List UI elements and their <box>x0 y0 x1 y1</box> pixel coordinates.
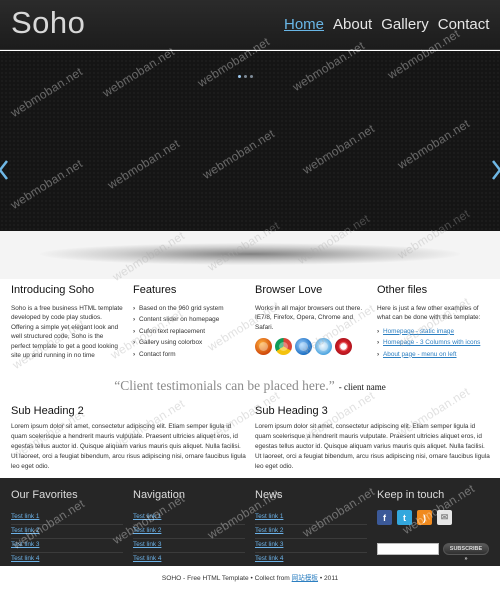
sub-text: Lorem ipsum dolor sit amet, consectetur … <box>255 423 490 470</box>
content-slider <box>0 51 500 231</box>
footer-heading: Navigation <box>133 489 185 501</box>
footer-link[interactable]: Test link 3 <box>11 539 123 553</box>
safari-icon <box>315 338 332 356</box>
subscribe-button[interactable]: SUBSCRIBE » <box>443 543 489 562</box>
intro-text: Soho is a free business HTML template de… <box>11 305 123 360</box>
footer-link[interactable]: Test link 4 <box>11 553 123 567</box>
footer-heading: Keep in touch <box>377 489 445 501</box>
browser-column: Browser Love Works in all major browsers… <box>255 284 367 356</box>
internet-explorer-icon <box>295 338 312 356</box>
sub-text: Lorem ipsum dolor sit amet, consectetur … <box>11 423 246 470</box>
slider-dot-3[interactable] <box>250 75 253 78</box>
footer-heading: Our Favorites <box>11 489 78 501</box>
site-logo[interactable]: Soho <box>11 5 85 41</box>
list-item: Based on the 960 grid system <box>133 304 245 314</box>
copyright-prefix: SOHO - Free HTML Template • Collect from <box>161 575 292 582</box>
list-item: Homepage - 3 Columns with icons <box>377 338 489 348</box>
slider-next-arrow-icon[interactable] <box>492 160 500 180</box>
list-item: Homepage - static image <box>377 327 489 337</box>
twitter-icon[interactable]: t <box>397 510 412 525</box>
list-item: Cufon text replacement <box>133 327 245 337</box>
list-item: About page - menu on left <box>377 350 489 360</box>
slider-shadow <box>40 243 460 265</box>
footer-link[interactable]: Test link 1 <box>11 511 123 525</box>
footer-link[interactable]: Test link 3 <box>133 539 245 553</box>
footer-keep-in-touch: Keep in touch f t ) ✉ SUBSCRIBE » <box>377 489 489 565</box>
footer-link[interactable]: Test link 1 <box>133 511 245 525</box>
nav-gallery[interactable]: Gallery <box>381 16 429 33</box>
slider-dot-2[interactable] <box>244 75 247 78</box>
footer-heading: News <box>255 489 283 501</box>
chrome-icon <box>275 338 292 356</box>
features-list: Based on the 960 grid system Content sli… <box>133 304 245 359</box>
testimonial-author: - client name <box>338 382 386 392</box>
testimonial: “Client testimonials can be placed here.… <box>0 377 500 395</box>
copyright-bar: SOHO - Free HTML Template • Collect from… <box>0 566 500 592</box>
sub-heading: Sub Heading 3 <box>255 405 328 417</box>
nav-home[interactable]: Home <box>284 16 324 33</box>
subscribe-form: SUBSCRIBE » <box>377 543 489 562</box>
other-file-link[interactable]: Homepage - 3 Columns with icons <box>383 339 480 346</box>
list-item: Contact form <box>133 350 245 360</box>
social-icons: f t ) ✉ <box>377 510 489 525</box>
footer-link[interactable]: Test link 2 <box>255 525 367 539</box>
list-item: Gallery using colorbox <box>133 338 245 348</box>
slider-shadow-band <box>0 231 500 279</box>
rss-icon[interactable]: ) <box>417 510 432 525</box>
footer-link[interactable]: Test link 3 <box>255 539 367 553</box>
sub-section-2: Sub Heading 2 Lorem ipsum dolor sit amet… <box>11 405 246 472</box>
browser-text: Works in all major browsers out there. I… <box>255 305 363 331</box>
header: Soho Home About Gallery Contact <box>0 0 500 50</box>
browser-icons <box>255 338 367 356</box>
other-files-column: Other files Here is just a few other exa… <box>377 284 489 361</box>
footer-link[interactable]: Test link 1 <box>255 511 367 525</box>
intro-column: Introducing Soho Soho is a free business… <box>11 284 123 360</box>
footer-link[interactable]: Test link 4 <box>133 553 245 567</box>
firefox-icon <box>255 338 272 356</box>
list-item: Content slider on homepage <box>133 315 245 325</box>
nav-contact[interactable]: Contact <box>438 16 490 33</box>
footer-link[interactable]: Test link 2 <box>133 525 245 539</box>
other-files-list: Homepage - static image Homepage - 3 Col… <box>377 327 489 360</box>
other-file-link[interactable]: Homepage - static image <box>383 328 454 335</box>
features-column: Features Based on the 960 grid system Co… <box>133 284 245 361</box>
subscribe-email-input[interactable] <box>377 543 439 555</box>
other-files-title: Other files <box>377 284 428 296</box>
features-title: Features <box>133 284 177 296</box>
footer-favorites: Our Favorites Test link 1 Test link 2 Te… <box>11 489 123 567</box>
copyright-suffix: • 2011 <box>318 575 339 582</box>
footer-news: News Test link 1 Test link 2 Test link 3… <box>255 489 367 567</box>
slider-dot-1[interactable] <box>238 75 241 78</box>
slider-prev-arrow-icon[interactable] <box>0 160 8 180</box>
sub-heading: Sub Heading 2 <box>11 405 84 417</box>
testimonial-quote: “Client testimonials can be placed here.… <box>114 378 335 393</box>
sub-section-3: Sub Heading 3 Lorem ipsum dolor sit amet… <box>255 405 490 472</box>
intro-title: Introducing Soho <box>11 284 95 296</box>
footer-link[interactable]: Test link 4 <box>255 553 367 567</box>
template-source-link[interactable]: 网站模板 <box>292 575 318 582</box>
opera-icon <box>335 338 352 356</box>
mail-icon[interactable]: ✉ <box>437 510 452 525</box>
main-nav: Home About Gallery Contact <box>284 16 498 33</box>
other-file-link[interactable]: About page - menu on left <box>383 351 457 358</box>
facebook-icon[interactable]: f <box>377 510 392 525</box>
browser-title: Browser Love <box>255 284 323 296</box>
nav-about[interactable]: About <box>333 16 372 33</box>
footer-navigation: Navigation Test link 1 Test link 2 Test … <box>133 489 245 567</box>
footer-link[interactable]: Test link 2 <box>11 525 123 539</box>
slider-pagination <box>238 75 253 78</box>
other-files-text: Here is just a few other examples of wha… <box>377 305 481 322</box>
footer: Our Favorites Test link 1 Test link 2 Te… <box>0 478 500 567</box>
